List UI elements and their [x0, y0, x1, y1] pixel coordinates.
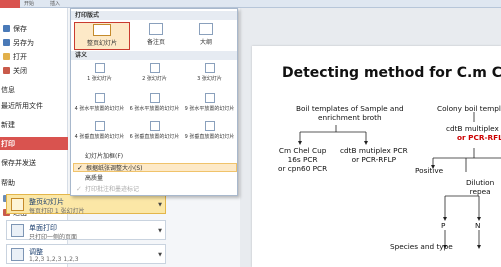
node-text: Cm Chel Cup 16s PCR or cpn60 PCR — [278, 146, 328, 173]
node-p: P — [441, 221, 446, 230]
checkmark-icon: ✓ — [76, 185, 82, 193]
handout-3-slides[interactable]: 3 张幻灯片 — [182, 63, 237, 84]
handout-label: 4 张垂直放置的幻灯片 — [74, 134, 125, 140]
node-positive: Positive — [415, 166, 444, 175]
option-scale-to-fit[interactable]: ✓ 根据纸张调整大小(S) — [73, 163, 237, 172]
layout-label: 备注页 — [146, 39, 165, 46]
handouts-section-header: 讲义 — [71, 51, 237, 60]
node-cm-chel-cup: Cm Chel Cup 16s PCR or cpn60 PCR — [278, 146, 327, 173]
option-label: 根据纸张调整大小(S) — [86, 165, 143, 172]
handout-label: 1 张幻灯片 — [87, 76, 112, 82]
handout-icon — [149, 93, 160, 103]
handout-icon — [94, 63, 105, 73]
option-label: 打印批注和墨迹标记 — [85, 186, 140, 193]
node-text: Dilution repea — [466, 178, 495, 196]
backstage-print-view: 开始 插入 保存 另存为 打开 关闭 信息 最近所用文件 新建 打印 保存并发送… — [0, 0, 501, 267]
option-label: 高质量 — [85, 175, 104, 182]
handout-label: 6 张水平放置的幻灯片 — [129, 106, 180, 112]
handout-6-vertical[interactable]: 6 张垂直放置的幻灯片 — [127, 121, 182, 142]
node-text: cdtB mutiplex PCR or PCR-RFLP — [340, 146, 408, 164]
handout-9-vertical[interactable]: 9 张垂直放置的幻灯片 — [182, 121, 237, 142]
node-species-type: Species and type — [390, 242, 453, 251]
full-page-slide-icon — [93, 24, 111, 36]
layout-section-header: 打印版式 — [71, 11, 237, 20]
checkmark-icon: ✓ — [77, 164, 83, 172]
handout-4-vertical[interactable]: 4 张垂直放置的幻灯片 — [72, 121, 127, 142]
handout-icon — [204, 93, 215, 103]
handout-icon — [149, 121, 160, 131]
handout-icon — [204, 63, 215, 73]
handout-2-slides[interactable]: 2 张幻灯片 — [127, 63, 182, 84]
node-cdtb-mutiplex-pcr: cdtB mutiplex PCR or PCR-RFLP — [340, 146, 408, 164]
handout-6-horizontal[interactable]: 6 张水平放置的幻灯片 — [127, 93, 182, 114]
handout-label: 3 张幻灯片 — [197, 76, 222, 82]
handout-icon — [94, 93, 105, 103]
node-text: Boil templates of Sample and enrichment … — [296, 104, 404, 122]
handout-label: 4 张水平放置的幻灯片 — [74, 106, 125, 112]
notes-page-icon — [149, 23, 163, 35]
layout-outline[interactable]: 大纲 — [183, 22, 229, 48]
option-high-quality[interactable]: 高质量 — [73, 174, 237, 183]
node-colony-boil: Colony boil templ — [437, 104, 501, 113]
handout-9-horizontal[interactable]: 9 张水平放置的幻灯片 — [182, 93, 237, 114]
handout-label: 9 张垂直放置的幻灯片 — [184, 134, 235, 140]
handout-label: 2 张幻灯片 — [142, 76, 167, 82]
option-frame-slides[interactable]: 幻灯片加框(F) — [73, 152, 237, 161]
option-label: 幻灯片加框(F) — [85, 153, 124, 160]
handout-1-slide[interactable]: 1 张幻灯片 — [72, 63, 127, 84]
node-cdtb-multiplex: cdtB multiplex — [446, 124, 499, 133]
layout-full-page[interactable]: 整页幻灯片 — [74, 22, 130, 50]
handout-icon — [204, 121, 215, 131]
outline-icon — [199, 23, 213, 35]
layout-label: 大纲 — [199, 39, 212, 46]
node-boil-templates: Boil templates of Sample and enrichment … — [296, 104, 404, 122]
node-pcr-rflp: or PCR-RFLP — [457, 133, 501, 142]
print-layout-popup: 打印版式 整页幻灯片 备注页 大纲 讲义 1 张幻灯片 2 张幻灯片 3 张幻灯… — [70, 8, 238, 196]
handout-icon — [149, 63, 160, 73]
layout-label: 整页幻灯片 — [86, 40, 117, 47]
handout-label: 9 张水平放置的幻灯片 — [184, 106, 235, 112]
handout-label: 6 张垂直放置的幻灯片 — [129, 134, 180, 140]
option-print-comments: ✓ 打印批注和墨迹标记 — [73, 185, 237, 194]
node-dilution: Dilution repea — [466, 178, 494, 196]
handout-icon — [94, 121, 105, 131]
node-n: N — [475, 221, 481, 230]
handout-4-horizontal[interactable]: 4 张水平放置的幻灯片 — [72, 93, 127, 114]
layout-notes-page[interactable]: 备注页 — [133, 22, 179, 48]
